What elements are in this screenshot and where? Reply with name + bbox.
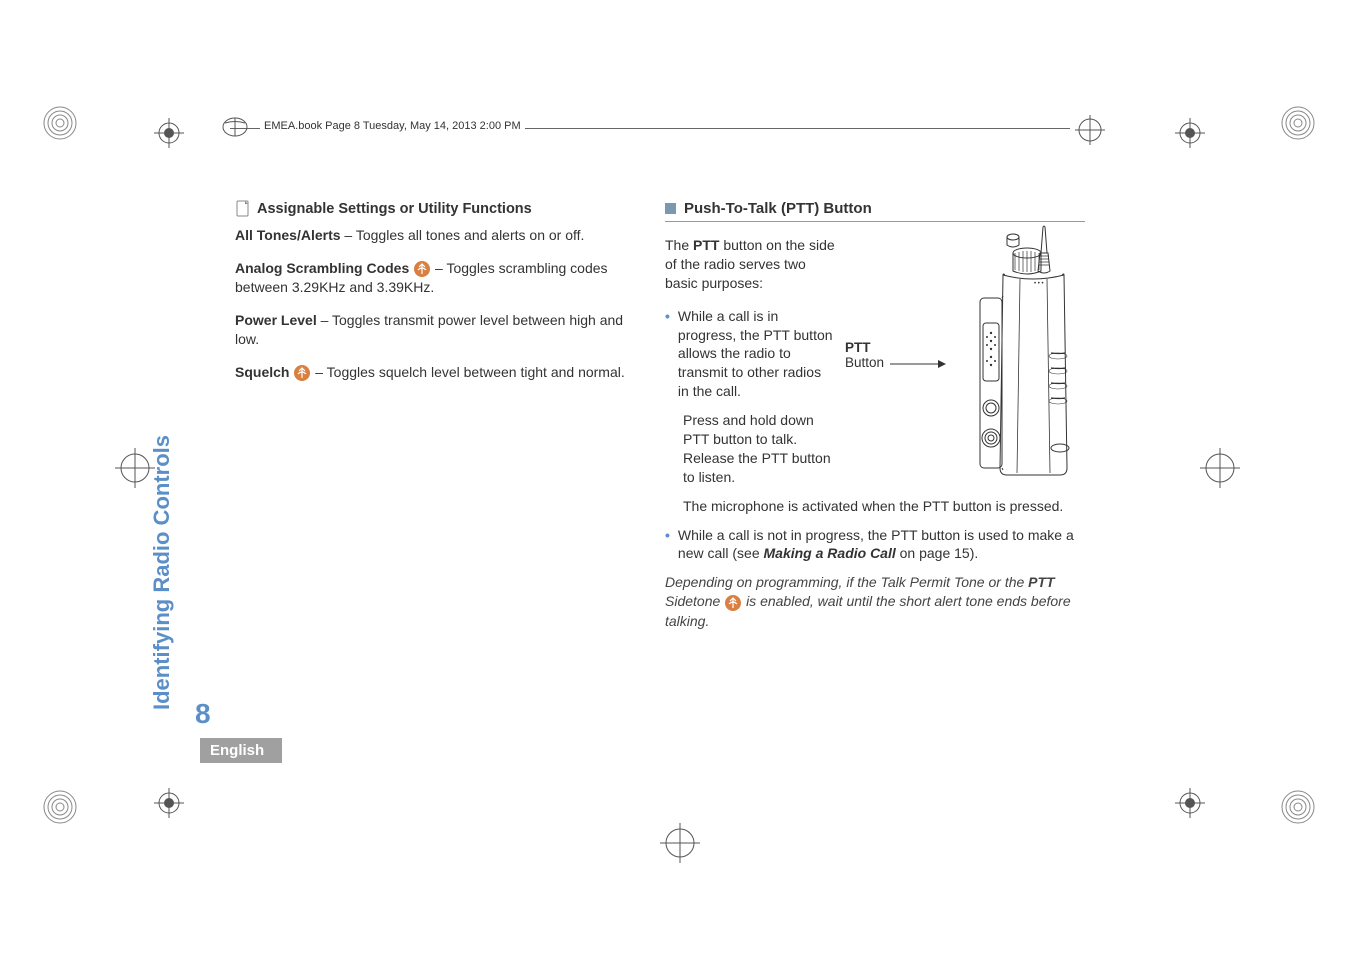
corner-pattern-bl bbox=[40, 787, 80, 830]
antenna-icon bbox=[293, 364, 311, 382]
ptt-callout: PTT Button bbox=[845, 340, 884, 370]
crosshair-right bbox=[1200, 448, 1240, 488]
squelch-para: Squelch – Toggles squelch level between … bbox=[235, 363, 640, 382]
bullet-dot-icon: • bbox=[665, 526, 670, 564]
square-bullet-icon bbox=[665, 203, 676, 214]
ptt-sublabel: Button bbox=[845, 355, 884, 370]
bullet-dot-icon: • bbox=[665, 307, 670, 401]
crosshair-bottom bbox=[660, 823, 700, 863]
power-label: Power Level bbox=[235, 312, 317, 328]
scramble-para: Analog Scrambling Codes – Toggles scramb… bbox=[235, 259, 640, 297]
note-para: Depending on programming, if the Talk Pe… bbox=[665, 573, 1085, 630]
right-column: Push-To-Talk (PTT) Button The PTT button… bbox=[665, 200, 1085, 644]
antenna-icon bbox=[724, 594, 742, 612]
callout-line bbox=[890, 354, 950, 374]
bullet-2: • While a call is not in progress, the P… bbox=[665, 526, 1085, 564]
left-heading: Assignable Settings or Utility Functions bbox=[235, 200, 640, 218]
power-para: Power Level – Toggles transmit power lev… bbox=[235, 311, 640, 349]
sub-para-1: Press and hold down PTT button to talk. … bbox=[683, 411, 835, 487]
scramble-label: Analog Scrambling Codes bbox=[235, 260, 409, 276]
section-title-vertical: Identifying Radio Controls bbox=[149, 435, 175, 710]
tones-para: All Tones/Alerts – Toggles all tones and… bbox=[235, 226, 640, 245]
right-intro: The PTT button on the side of the radio … bbox=[665, 236, 835, 293]
right-heading: Push-To-Talk (PTT) Button bbox=[665, 200, 1085, 217]
radio-diagram: • • • bbox=[945, 223, 1075, 496]
page-number: 8 bbox=[195, 698, 211, 730]
corner-pattern-tl bbox=[40, 103, 80, 146]
crop-mark-br bbox=[1175, 788, 1205, 818]
crosshair-icon-right bbox=[1075, 115, 1105, 148]
book-icon-left bbox=[220, 115, 250, 142]
tones-label: All Tones/Alerts bbox=[235, 227, 341, 243]
crop-mark-tl bbox=[154, 118, 184, 148]
tones-text: – Toggles all tones and alerts on or off… bbox=[341, 227, 585, 243]
ptt-label: PTT bbox=[845, 340, 884, 355]
bullet-1: • While a call is in progress, the PTT b… bbox=[665, 307, 835, 401]
language-label: English bbox=[200, 738, 282, 763]
antenna-icon bbox=[413, 260, 431, 278]
document-icon bbox=[235, 200, 251, 218]
squelch-label: Squelch bbox=[235, 364, 289, 380]
crop-mark-bl bbox=[154, 788, 184, 818]
right-heading-text: Push-To-Talk (PTT) Button bbox=[684, 200, 872, 217]
squelch-text: – Toggles squelch level between tight an… bbox=[315, 364, 625, 380]
corner-pattern-br bbox=[1278, 787, 1318, 830]
left-heading-text: Assignable Settings or Utility Functions bbox=[257, 201, 532, 217]
crop-mark-tr bbox=[1175, 118, 1205, 148]
left-column: Assignable Settings or Utility Functions… bbox=[235, 200, 640, 396]
header-text: EMEA.book Page 8 Tuesday, May 14, 2013 2… bbox=[260, 120, 525, 132]
corner-pattern-tr bbox=[1278, 103, 1318, 146]
sub-para-2: The microphone is activated when the PTT… bbox=[683, 497, 1085, 516]
svg-text:• • •: • • • bbox=[1034, 281, 1044, 287]
heading-underline bbox=[665, 221, 1085, 222]
